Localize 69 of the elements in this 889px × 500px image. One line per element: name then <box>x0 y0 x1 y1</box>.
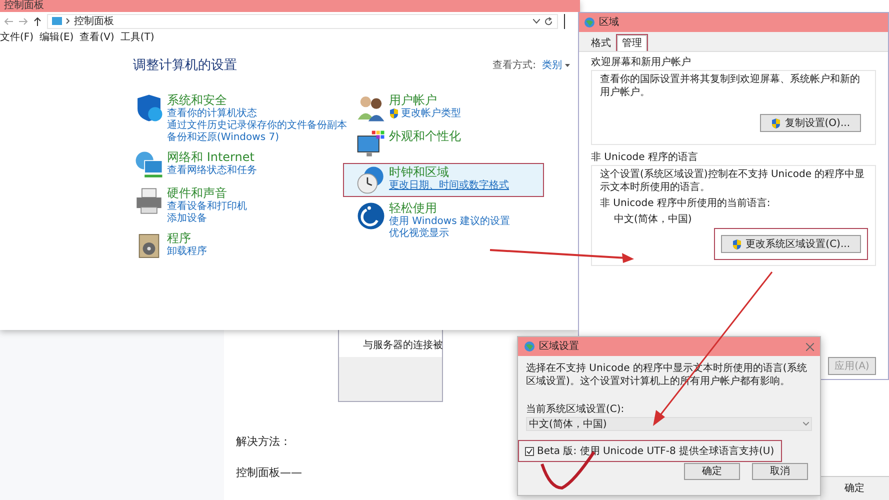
shield-icon <box>770 118 781 128</box>
category-link[interactable]: 卸载程序 <box>167 246 207 258</box>
refresh-icon[interactable] <box>544 16 553 26</box>
description-text: 查看你的国际设置并将其复制到欢迎屏幕、系统帐户和新的用户帐户。 <box>600 73 861 99</box>
description-text: 非 Unicode 程序中所使用的当前语言: <box>600 197 772 210</box>
page-heading: 调整计算机的设置 <box>133 57 237 75</box>
menu-item[interactable]: 编辑(E) <box>40 30 80 44</box>
dialog-title: 区域设置 <box>539 340 580 354</box>
view-dropdown[interactable]: 类别 <box>542 58 570 74</box>
description-text: 这个设置(系统区域设置)控制在不支持 Unicode 的程序中显示文本时所使用的语言。 <box>600 168 866 194</box>
category-link[interactable]: 查看设备和打印机 <box>167 200 247 212</box>
select-label: 当前系统区域设置(C): <box>526 402 626 417</box>
printer-icon <box>134 186 164 216</box>
category-link[interactable]: 更改日期、时间或数字格式 <box>389 180 509 192</box>
network-icon <box>134 150 164 180</box>
tab[interactable]: 格式 <box>587 35 615 51</box>
locale-select[interactable]: 中文(简体，中国) <box>526 417 812 431</box>
dropdown-icon[interactable] <box>533 18 540 24</box>
shield-icon <box>389 108 399 119</box>
category-title[interactable]: 轻松使用 <box>389 200 510 216</box>
ok-button[interactable]: 确定 <box>684 463 740 480</box>
shield-icon <box>732 238 742 250</box>
up-icon[interactable] <box>34 16 41 26</box>
menu-item[interactable]: 文件(F) <box>0 30 40 44</box>
accessibility-icon <box>356 200 386 230</box>
category-title[interactable]: 用户帐户 <box>389 92 461 108</box>
tab[interactable]: 管理 <box>617 35 647 51</box>
settings-button[interactable]: 更改系统区域设置(C)... <box>720 235 861 253</box>
category-title[interactable]: 系统和安全 <box>167 92 347 108</box>
category-title[interactable]: 网络和 Internet <box>167 150 257 164</box>
breadcrumb[interactable]: 控制面板 <box>74 14 114 28</box>
menu-item[interactable]: 查看(V) <box>80 30 120 44</box>
message-text: 与服务器的连接被 <box>363 338 443 353</box>
dialog-title: 区域 <box>599 16 619 30</box>
checkbox-label[interactable]: Beta 版: 使用 Unicode UTF-8 提供全球语言支持(U) <box>537 444 774 458</box>
category-highlight[interactable]: 时钟和区域 更改日期、时间或数字格式 <box>344 164 543 196</box>
cancel-button[interactable]: 取消 <box>752 463 808 480</box>
clock-icon <box>356 164 386 194</box>
menu-item[interactable]: 工具(T) <box>120 30 160 44</box>
category-link[interactable]: 添加设备 <box>167 212 247 224</box>
address-bar[interactable]: 控制面板 <box>47 14 558 28</box>
monitor-icon <box>356 128 386 158</box>
category-title[interactable]: 外观和个性化 <box>389 128 461 144</box>
checkbox[interactable] <box>525 446 534 456</box>
chevron-icon <box>66 18 70 24</box>
category-title[interactable]: 时钟和区域 <box>389 164 509 180</box>
category-link[interactable]: 查看网络状态和任务 <box>167 164 257 176</box>
dropdown-icon <box>803 422 809 426</box>
globe-icon <box>524 341 535 352</box>
globe-icon <box>584 17 595 28</box>
category-link[interactable]: 查看你的计算机状态 <box>167 108 347 120</box>
category-link[interactable]: 优化视觉显示 <box>389 228 510 240</box>
category-link[interactable]: 更改帐户类型 <box>389 108 461 120</box>
category-link[interactable]: 备份和还原(Windows 7) <box>167 132 347 144</box>
category-title[interactable]: 硬件和声音 <box>167 186 247 200</box>
folder-icon <box>52 17 62 25</box>
window-title: 控制面板 <box>4 1 44 11</box>
caret-icon <box>565 64 570 68</box>
view-label: 查看方式: <box>492 58 536 74</box>
settings-button[interactable]: 复制设置(O)... <box>760 114 861 132</box>
ok-button[interactable]: 确定 <box>844 481 864 496</box>
group-title: 欢迎屏幕和新用户帐户 <box>591 56 692 70</box>
paragraph: 控制面板—— <box>236 464 302 480</box>
category-title[interactable]: 程序 <box>167 230 207 246</box>
paragraph: 解决方法： <box>236 434 292 450</box>
description-text: 中文(简体，中国) <box>613 213 693 226</box>
category-link[interactable]: 使用 Windows 建议的设置 <box>389 216 510 228</box>
category-link[interactable]: 通过文件历史记录保存你的文件备份副本 <box>167 120 347 132</box>
group-title: 非 Unicode 程序的语言 <box>591 151 699 165</box>
